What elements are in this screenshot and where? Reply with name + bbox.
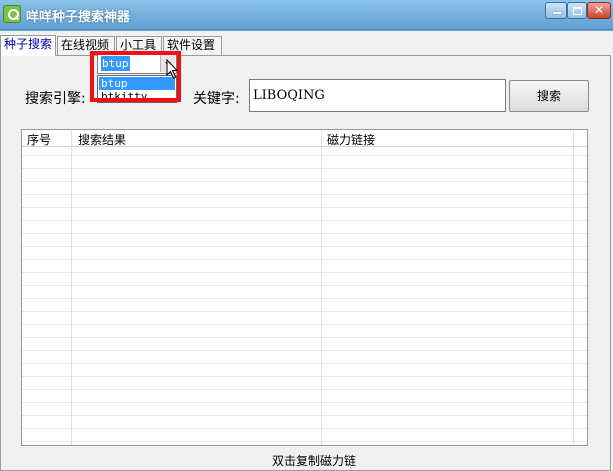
results-table[interactable]: 序号 搜索结果 磁力链接 xyxy=(21,129,588,446)
column-header-index[interactable]: 序号 xyxy=(27,131,51,148)
column-header-result[interactable]: 搜索结果 xyxy=(78,131,126,148)
status-hint: 双击复制磁力链 xyxy=(264,452,364,470)
column-divider xyxy=(321,130,322,445)
magnifier-app-icon xyxy=(3,5,21,23)
column-divider xyxy=(573,130,574,445)
minimize-button[interactable] xyxy=(545,2,567,19)
minimize-icon xyxy=(553,12,561,14)
maximize-icon xyxy=(573,7,582,15)
close-icon: ✕ xyxy=(593,3,605,17)
engine-label: 搜索引擎: xyxy=(25,91,86,107)
mouse-cursor-icon xyxy=(166,58,180,82)
column-divider xyxy=(71,130,72,445)
search-button[interactable]: 搜索 xyxy=(509,80,589,112)
column-header-magnet[interactable]: 磁力链接 xyxy=(327,131,375,148)
tab-torrent-search[interactable]: 种子搜索 xyxy=(0,35,56,56)
search-panel: 搜索引擎: 关键字: LIBOQING 搜索 序号 搜索结果 磁力链接 双击复制… xyxy=(0,55,611,471)
window-title: 咩咩种子搜索神器 xyxy=(26,10,131,25)
keyword-input[interactable]: LIBOQING xyxy=(249,79,506,112)
maximize-button[interactable] xyxy=(567,2,587,19)
title-bar: 咩咩种子搜索神器 ✕ xyxy=(0,0,613,30)
main-window: 种子搜索 在线视频 小工具 软件设置 搜索引擎: 关键字: LIBOQING 搜… xyxy=(0,31,613,471)
close-button[interactable]: ✕ xyxy=(587,2,611,19)
table-header: 序号 搜索结果 磁力链接 xyxy=(22,130,587,147)
keyword-label: 关键字: xyxy=(193,91,240,107)
